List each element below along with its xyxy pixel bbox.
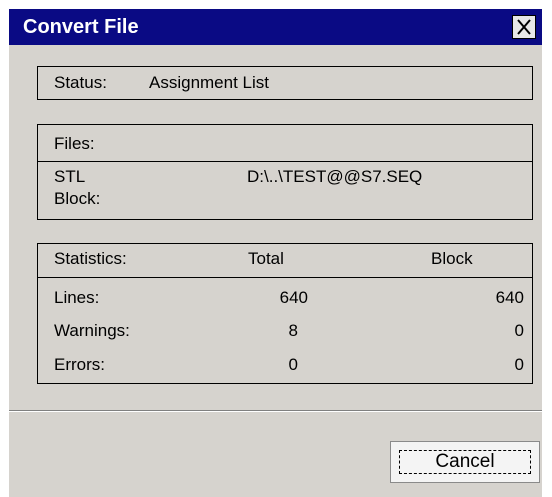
status-label: Status: [54, 73, 107, 92]
stl-file-path: D:\..\TEST@@S7.SEQ [247, 167, 423, 186]
cancel-button[interactable]: Cancel [390, 441, 540, 483]
column-header-block: Block [431, 249, 473, 268]
row-label: Lines: [54, 288, 100, 307]
row-total: 0 [288, 355, 298, 374]
stl-label: STL [54, 167, 86, 186]
statistics-header: Statistics: [54, 249, 127, 268]
title-bar[interactable]: Convert File [9, 9, 542, 45]
convert-file-dialog: Convert File Status: Assignment List Fil… [9, 9, 542, 497]
files-group: Files: STL D:\..\TEST@@S7.SEQ Block: [37, 124, 533, 220]
block-label: Block: [54, 189, 101, 208]
row-label: Errors: [54, 355, 105, 374]
window-title: Convert File [23, 16, 139, 38]
row-total: 640 [279, 288, 308, 307]
footer-divider-highlight [9, 411, 542, 412]
row-block: 640 [495, 288, 524, 307]
status-value: Assignment List [149, 73, 269, 92]
row-block: 0 [514, 321, 524, 340]
cancel-button-label: Cancel [435, 451, 495, 472]
files-header: Files: [54, 134, 95, 153]
row-block: 0 [514, 355, 524, 374]
close-button[interactable] [512, 15, 536, 39]
close-icon [517, 19, 531, 35]
column-header-total: Total [248, 249, 284, 268]
row-label: Warnings: [54, 321, 130, 340]
row-total: 8 [288, 321, 298, 340]
statistics-group: Statistics: Total Block Lines: 640 640 W… [37, 243, 533, 384]
status-group: Status: Assignment List [37, 66, 533, 100]
